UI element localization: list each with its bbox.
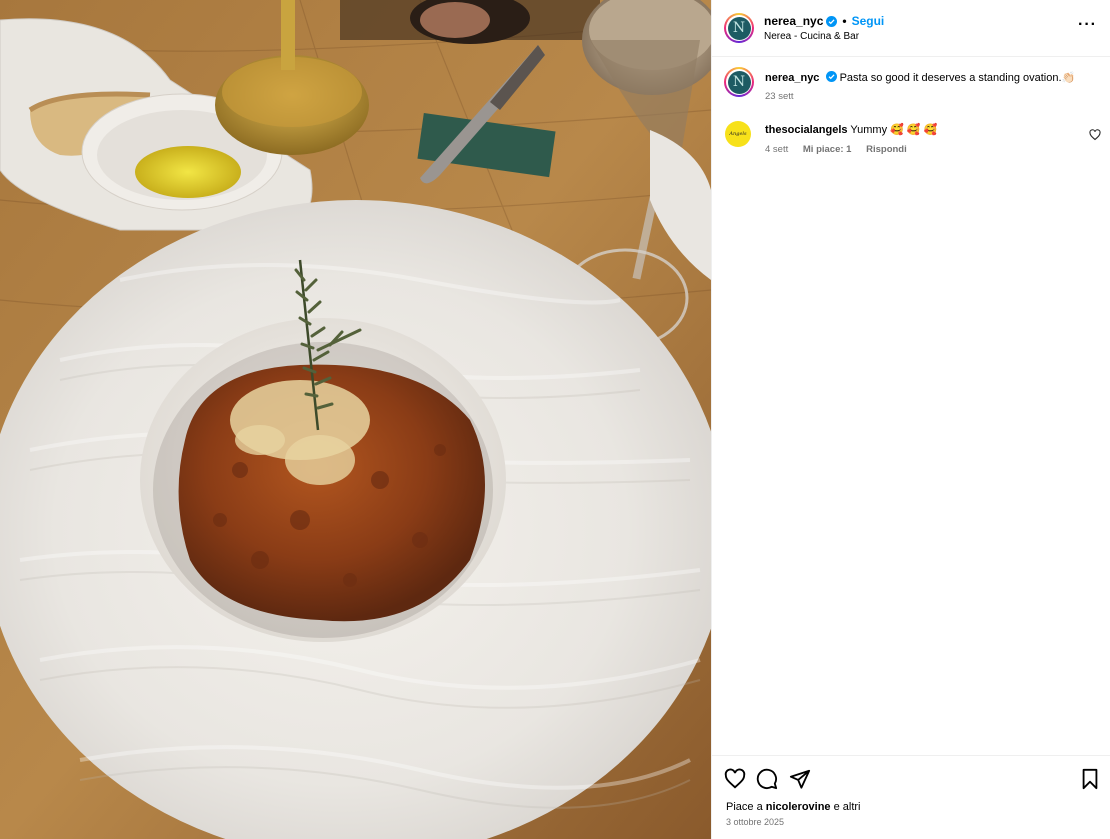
comment-meta: 4 sett Mi piace: 1 Rispondi	[765, 144, 919, 155]
pasta-dish-image	[0, 0, 711, 839]
avatar[interactable]: N	[724, 13, 754, 43]
caption-avatar[interactable]: N	[724, 67, 754, 97]
likes-summary[interactable]: Piace a nicolerovine e altri	[726, 801, 861, 813]
more-options-icon[interactable]: ···	[1078, 17, 1097, 33]
post-header: N nerea_nyc • Segui Nerea - Cucina & Bar…	[712, 0, 1110, 57]
comment-text: thesocialangels Yummy 🥰 🥰 🥰	[765, 123, 1085, 137]
comment-item: Angels thesocialangels Yummy 🥰 🥰 🥰 4 set…	[712, 121, 1110, 161]
heart-icon[interactable]	[724, 768, 746, 790]
action-bar: Piace a nicolerovine e altri 3 ottobre 2…	[712, 755, 1110, 839]
location-link[interactable]: Nerea - Cucina & Bar	[764, 31, 859, 42]
post-date[interactable]: 3 ottobre 2025	[726, 817, 784, 827]
post-photo[interactable]	[0, 0, 711, 839]
caption-text: nerea_nyc Pasta so good it deserves a st…	[765, 71, 1085, 85]
caption-username[interactable]: nerea_nyc	[765, 72, 819, 84]
follow-button[interactable]: Segui	[852, 14, 885, 28]
verified-badge-icon	[825, 71, 837, 82]
reply-button[interactable]: Rispondi	[866, 144, 907, 155]
comment-icon[interactable]	[756, 768, 778, 790]
send-icon[interactable]	[789, 768, 811, 790]
comment-body: Yummy 🥰 🥰 🥰	[850, 124, 938, 136]
likes-prefix: Piace a	[726, 801, 766, 813]
likes-suffix: e altri	[830, 801, 861, 813]
post-sidebar: N nerea_nyc • Segui Nerea - Cucina & Bar…	[711, 0, 1110, 839]
verified-badge-icon	[826, 15, 838, 27]
commenter-avatar-text: Angels	[729, 131, 747, 137]
comment-time[interactable]: 4 sett	[765, 144, 788, 155]
comment-username[interactable]: thesocialangels	[765, 124, 848, 136]
commenter-avatar[interactable]: Angels	[725, 121, 751, 147]
caption-time[interactable]: 23 sett	[765, 91, 794, 102]
heart-icon[interactable]	[1089, 129, 1101, 141]
caption: N nerea_nyc Pasta so good it deserves a …	[712, 66, 1110, 106]
username-link[interactable]: nerea_nyc	[764, 14, 823, 28]
caption-meta: 23 sett	[765, 91, 806, 102]
avatar-logo: N	[727, 70, 751, 94]
liked-user[interactable]: nicolerovine	[766, 801, 831, 813]
separator-dot: •	[842, 14, 847, 28]
comment-likes[interactable]: Mi piace: 1	[803, 144, 852, 155]
clap-emoji: 👏🏻	[1061, 72, 1076, 84]
bookmark-icon[interactable]	[1079, 768, 1101, 790]
avatar-logo: N	[727, 16, 751, 40]
caption-body: Pasta so good it deserves a standing ova…	[839, 72, 1062, 84]
